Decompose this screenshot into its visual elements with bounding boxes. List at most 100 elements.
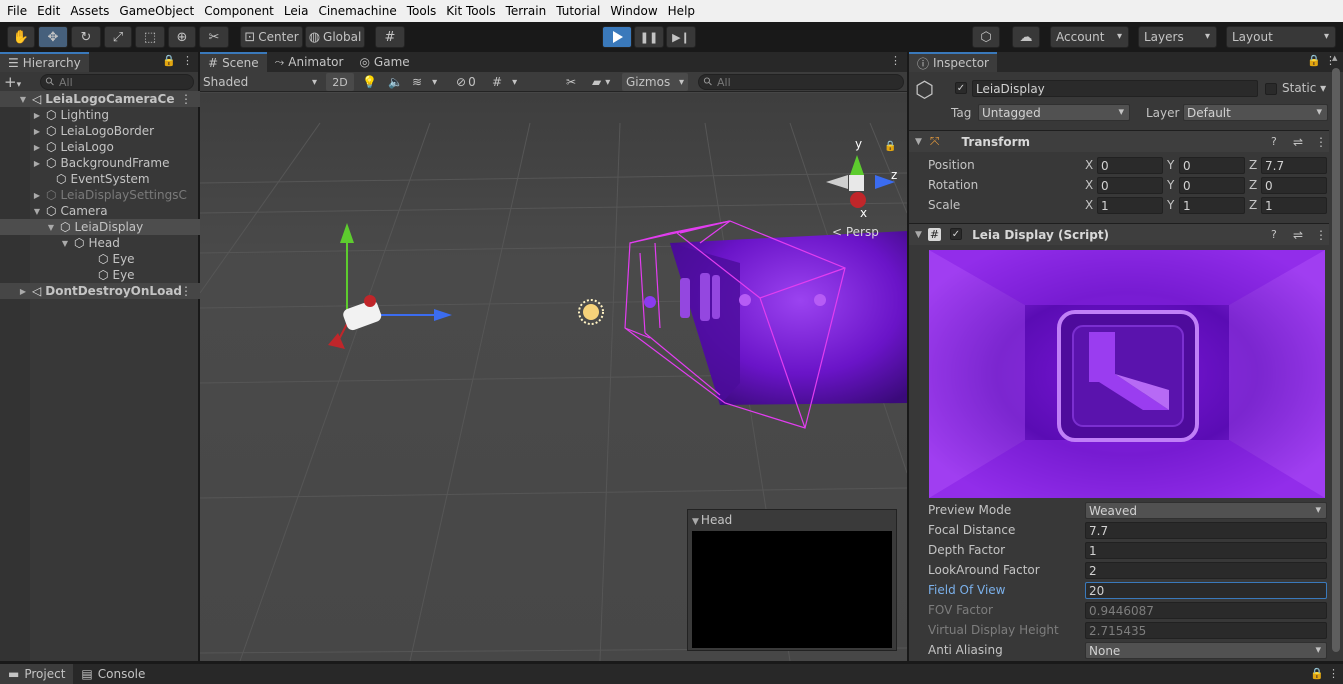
hidden-objects-toggle[interactable]: ⊘ 0 — [456, 73, 476, 91]
menu-item-component[interactable]: Component — [199, 4, 279, 18]
inspector-scrollbar[interactable]: ▲ — [1332, 54, 1340, 659]
pause-button[interactable]: ❚❚ — [634, 26, 664, 48]
hand-tool-button[interactable]: ✋ — [7, 26, 35, 48]
gizmo-lock-icon[interactable]: 🔒 — [884, 140, 896, 152]
static-dropdown[interactable]: Static ▾ — [1282, 81, 1326, 95]
collapse-arrow-icon[interactable]: ▼ — [692, 517, 699, 527]
layer-dropdown[interactable]: Default — [1183, 104, 1328, 121]
object-name-input[interactable]: LeiaDisplay — [972, 80, 1258, 97]
lighting-toggle[interactable]: 💡 — [362, 73, 377, 91]
tab-animator[interactable]: ⤳ Animator — [267, 52, 352, 72]
foldout-arrow-icon[interactable]: ▶ — [32, 127, 42, 136]
hierarchy-search-input[interactable]: All — [40, 74, 194, 90]
layers-dropdown[interactable]: Layers — [1138, 26, 1217, 48]
preview-mode-dropdown[interactable]: Weaved — [1085, 502, 1327, 519]
field-of-view-input[interactable]: 20 — [1085, 582, 1327, 599]
tab-game[interactable]: ◎ Game — [351, 52, 417, 72]
collab-button[interactable]: ⬡ — [972, 26, 1000, 48]
panel-menu-icon[interactable]: ⋮ — [182, 54, 193, 67]
transform-tool-button[interactable]: ⊕ — [168, 26, 196, 48]
scale-tool-button[interactable]: ⤢ — [104, 26, 132, 48]
transform-rotation-y-input[interactable]: 0 — [1179, 177, 1245, 194]
tab-scene[interactable]: # Scene — [200, 52, 267, 72]
foldout-arrow-icon[interactable]: ▼ — [18, 95, 28, 104]
scene-search-input[interactable]: All — [698, 74, 904, 90]
static-checkbox[interactable] — [1265, 83, 1277, 95]
space-global-button[interactable]: ◍ Global — [305, 26, 365, 48]
step-button[interactable]: ▶❙ — [666, 26, 696, 48]
menu-item-tutorial[interactable]: Tutorial — [551, 4, 605, 18]
hierarchy-row[interactable]: ▶ ⬡ LeiaLogo — [0, 139, 200, 155]
lock-icon[interactable]: 🔒 — [162, 54, 176, 67]
scene-menu-icon[interactable]: ⋮ — [890, 54, 901, 67]
menu-item-help[interactable]: Help — [663, 4, 700, 18]
menu-item-cinemachine[interactable]: Cinemachine — [313, 4, 401, 18]
hierarchy-row[interactable]: ⬡ Eye — [0, 251, 200, 267]
transform-position-z-input[interactable]: 7.7 — [1261, 157, 1327, 174]
cloud-button[interactable]: ☁ — [1012, 26, 1040, 48]
hierarchy-row[interactable]: ▼ ⬡ LeiaDisplay — [0, 219, 200, 235]
transform-rotation-z-input[interactable]: 0 — [1261, 177, 1327, 194]
foldout-arrow-icon[interactable]: ▶ — [32, 191, 42, 200]
hierarchy-row[interactable]: ▼ ⬡ Head — [0, 235, 200, 251]
foldout-arrow-icon[interactable]: ▼ — [915, 230, 922, 240]
foldout-arrow-icon[interactable]: ▼ — [915, 137, 922, 147]
tab-project[interactable]: ▬ Project — [0, 664, 74, 684]
anti-aliasing-dropdown[interactable]: None — [1085, 642, 1327, 659]
tab-inspector[interactable]: ⓘ Inspector — [909, 52, 997, 72]
help-icon[interactable]: ? — [1271, 135, 1277, 148]
shading-mode-dropdown[interactable]: Shaded ▾ — [203, 73, 319, 91]
component-menu-icon[interactable]: ⋮ — [1315, 135, 1327, 149]
pivot-center-button[interactable]: ⊡ Center — [240, 26, 303, 48]
rect-tool-button[interactable]: ⬚ — [135, 26, 165, 48]
hierarchy-row[interactable]: ⬡ EventSystem — [0, 171, 200, 187]
grid-snap-button[interactable]: # — [375, 26, 405, 48]
rotate-tool-button[interactable]: ↻ — [71, 26, 101, 48]
hierarchy-row[interactable]: ▼ ⬡ Camera — [0, 203, 200, 219]
hierarchy-row[interactable]: ▶ ⬡ BackgroundFrame — [0, 155, 200, 171]
tab-hierarchy[interactable]: ☰ Hierarchy — [0, 52, 89, 72]
scene-tools-button[interactable]: ✂ — [566, 73, 576, 91]
menu-item-gameobject[interactable]: GameObject — [114, 4, 199, 18]
inspector-lock-icon[interactable]: 🔒 — [1307, 54, 1321, 67]
tag-dropdown[interactable]: Untagged — [978, 104, 1130, 121]
leia-display-script-header[interactable]: ▼ # ✓ Leia Display (Script) ? ⇌ ⋮ — [909, 223, 1329, 245]
script-enabled-checkbox[interactable]: ✓ — [950, 228, 962, 240]
camera-dropdown[interactable]: ▰ ▾ — [592, 73, 610, 91]
account-dropdown[interactable]: Account — [1050, 26, 1129, 48]
transform-position-x-input[interactable]: 0 — [1097, 157, 1163, 174]
active-checkbox[interactable]: ✓ — [955, 82, 967, 94]
scene-menu-icon[interactable]: ⋮ — [180, 284, 192, 298]
scroll-thumb[interactable] — [1332, 68, 1340, 652]
gizmos-dropdown[interactable]: Gizmos ▾ — [622, 73, 688, 91]
presets-icon[interactable]: ⇌ — [1293, 228, 1303, 242]
foldout-arrow-icon[interactable]: ▶ — [32, 159, 42, 168]
scroll-up-icon[interactable]: ▲ — [1332, 54, 1337, 62]
transform-position-y-input[interactable]: 0 — [1179, 157, 1245, 174]
depth-factor-input[interactable]: 1 — [1085, 542, 1327, 559]
help-icon[interactable]: ? — [1271, 228, 1277, 241]
transform-rotation-x-input[interactable]: 0 — [1097, 177, 1163, 194]
grid-dropdown[interactable]: # ▾ — [492, 73, 517, 91]
menu-item-window[interactable]: Window — [605, 4, 662, 18]
transform-scale-y-input[interactable]: 1 — [1179, 197, 1245, 214]
foldout-arrow-icon[interactable]: ▼ — [46, 223, 56, 232]
foldout-arrow-icon[interactable]: ▶ — [32, 111, 42, 120]
hierarchy-row[interactable]: ▶ ⬡ LeiaDisplaySettingsC — [0, 187, 200, 203]
bottom-lock-icon[interactable]: 🔒 — [1310, 667, 1324, 680]
menu-item-edit[interactable]: Edit — [32, 4, 65, 18]
menu-item-leia[interactable]: Leia — [279, 4, 314, 18]
layout-dropdown[interactable]: Layout — [1226, 26, 1336, 48]
audio-toggle[interactable]: 🔈 — [388, 73, 403, 91]
effects-dropdown[interactable]: ≋ ▾ — [412, 73, 437, 91]
move-tool-button[interactable]: ✥ — [38, 26, 68, 48]
play-button[interactable] — [602, 26, 632, 48]
foldout-arrow-icon[interactable]: ▼ — [60, 239, 70, 248]
menu-item-assets[interactable]: Assets — [65, 4, 114, 18]
foldout-arrow-icon[interactable]: ▶ — [32, 143, 42, 152]
hierarchy-row[interactable]: ▶ ⬡ LeiaLogoBorder — [0, 123, 200, 139]
transform-scale-z-input[interactable]: 1 — [1261, 197, 1327, 214]
mode-2d-toggle[interactable]: 2D — [326, 73, 354, 91]
foldout-arrow-icon[interactable]: ▶ — [18, 287, 28, 296]
add-object-button[interactable]: +▾ — [4, 73, 21, 91]
